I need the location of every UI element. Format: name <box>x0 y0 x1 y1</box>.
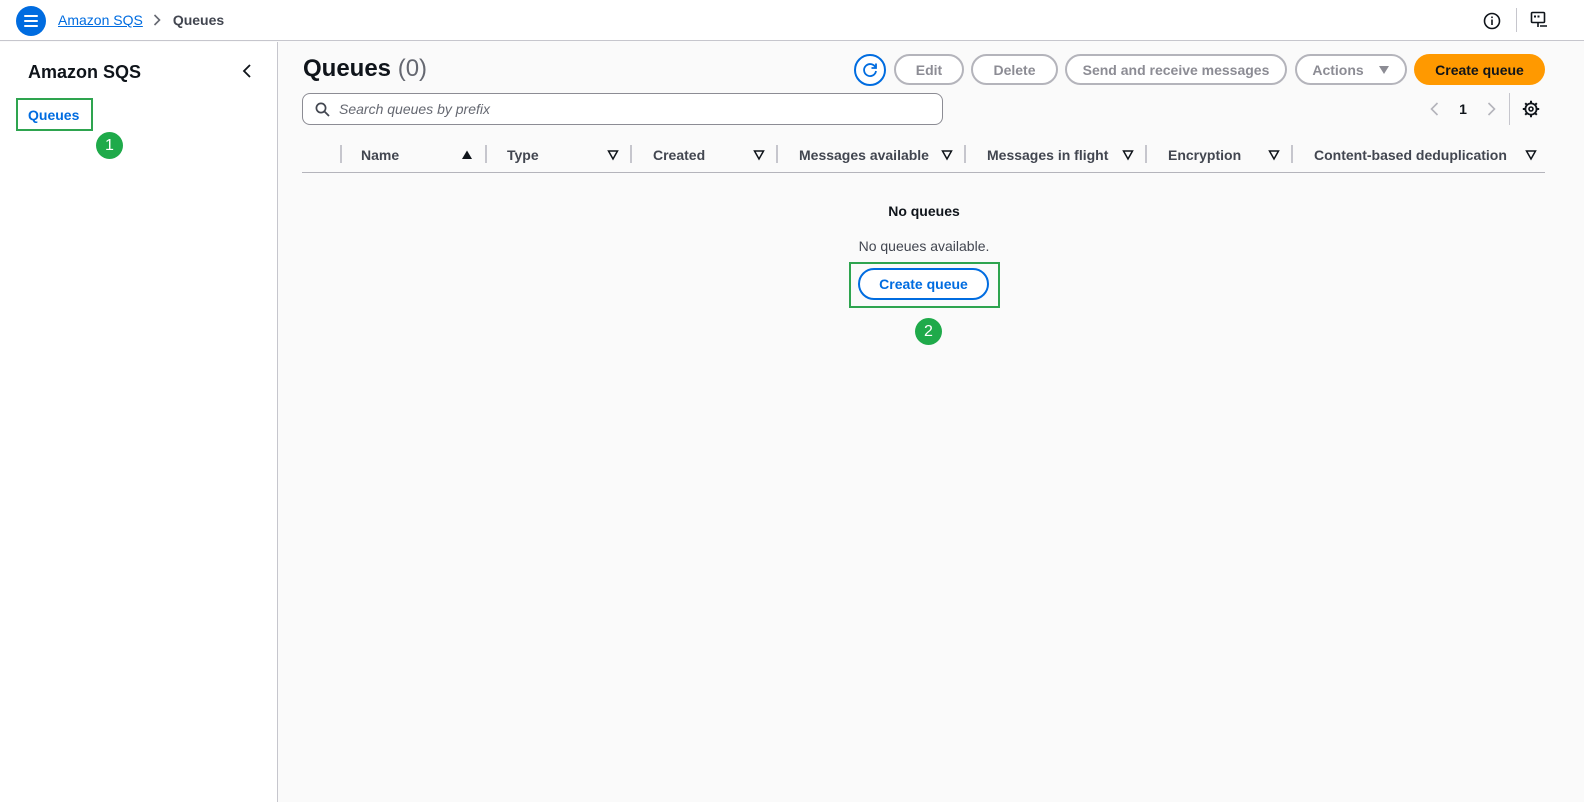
top-divider <box>1516 8 1517 32</box>
sort-ascending-icon[interactable] <box>461 149 473 161</box>
queue-count: (0) <box>397 55 428 82</box>
create-queue-button[interactable]: Create queue <box>1414 54 1545 85</box>
send-receive-messages-button[interactable]: Send and receive messages <box>1065 54 1287 85</box>
empty-state-title: No queues <box>888 203 960 219</box>
menu-button[interactable] <box>16 6 46 36</box>
sort-icon[interactable] <box>607 149 619 161</box>
refresh-button[interactable] <box>854 54 886 86</box>
column-divider <box>630 145 632 163</box>
column-divider <box>1145 145 1147 163</box>
sort-icon[interactable] <box>1122 149 1134 161</box>
table-header: Name Type Created Messages available Mes… <box>302 138 1545 173</box>
chevron-left-icon[interactable] <box>1428 101 1442 117</box>
search-input[interactable] <box>339 98 929 120</box>
chevron-right-icon <box>153 14 161 26</box>
search-icon <box>315 102 330 117</box>
search-box <box>302 93 943 125</box>
sidebar: Amazon SQS Queues 1 <box>0 42 278 802</box>
step-marker-2: 2 <box>915 318 942 345</box>
sort-icon[interactable] <box>941 149 953 161</box>
info-icon[interactable] <box>1483 12 1501 30</box>
page-title: Queues (0) <box>303 55 427 83</box>
empty-state-description: No queues available. <box>858 238 990 254</box>
current-page-number[interactable]: 1 <box>1455 101 1471 117</box>
menu-icon <box>24 15 38 27</box>
pagination-divider <box>1509 93 1510 125</box>
breadcrumb-current: Queues <box>172 12 225 28</box>
column-divider <box>776 145 778 163</box>
column-header-type[interactable]: Type <box>507 138 539 172</box>
feedback-icon[interactable] <box>1530 11 1548 29</box>
column-header-created[interactable]: Created <box>653 138 705 172</box>
sidebar-title: Amazon SQS <box>28 62 142 82</box>
refresh-icon <box>863 63 877 77</box>
actions-label: Actions <box>1312 61 1364 78</box>
sidebar-item-queues[interactable]: Queues <box>16 98 93 131</box>
column-header-messages-available[interactable]: Messages available <box>799 138 929 172</box>
column-divider <box>340 145 342 163</box>
page-title-text: Queues <box>303 55 392 82</box>
actions-dropdown[interactable]: Actions <box>1295 54 1407 85</box>
column-header-content-based-deduplication[interactable]: Content-based deduplication <box>1314 138 1507 172</box>
edit-button[interactable]: Edit <box>894 54 964 85</box>
column-divider <box>1291 145 1293 163</box>
breadcrumb-service-link[interactable]: Amazon SQS <box>58 12 143 28</box>
chevron-left-icon[interactable] <box>239 63 255 79</box>
sort-icon[interactable] <box>1268 149 1280 161</box>
sort-icon[interactable] <box>1525 149 1537 161</box>
empty-state-create-queue-button[interactable]: Create queue <box>858 268 989 300</box>
column-divider <box>485 145 487 163</box>
column-header-name[interactable]: Name <box>361 138 399 172</box>
top-navigation-bar: Amazon SQS Queues <box>0 0 1584 41</box>
column-divider <box>964 145 966 163</box>
sidebar-item-label: Queues <box>28 106 80 123</box>
sort-icon[interactable] <box>753 149 765 161</box>
delete-button[interactable]: Delete <box>971 54 1058 85</box>
gear-icon[interactable] <box>1522 100 1540 118</box>
chevron-right-icon[interactable] <box>1484 101 1498 117</box>
step-marker-1: 1 <box>96 132 123 159</box>
breadcrumb: Amazon SQS Queues <box>58 12 224 28</box>
column-header-messages-in-flight[interactable]: Messages in flight <box>987 138 1108 172</box>
column-header-encryption[interactable]: Encryption <box>1168 138 1241 172</box>
caret-down-icon <box>1378 65 1389 74</box>
